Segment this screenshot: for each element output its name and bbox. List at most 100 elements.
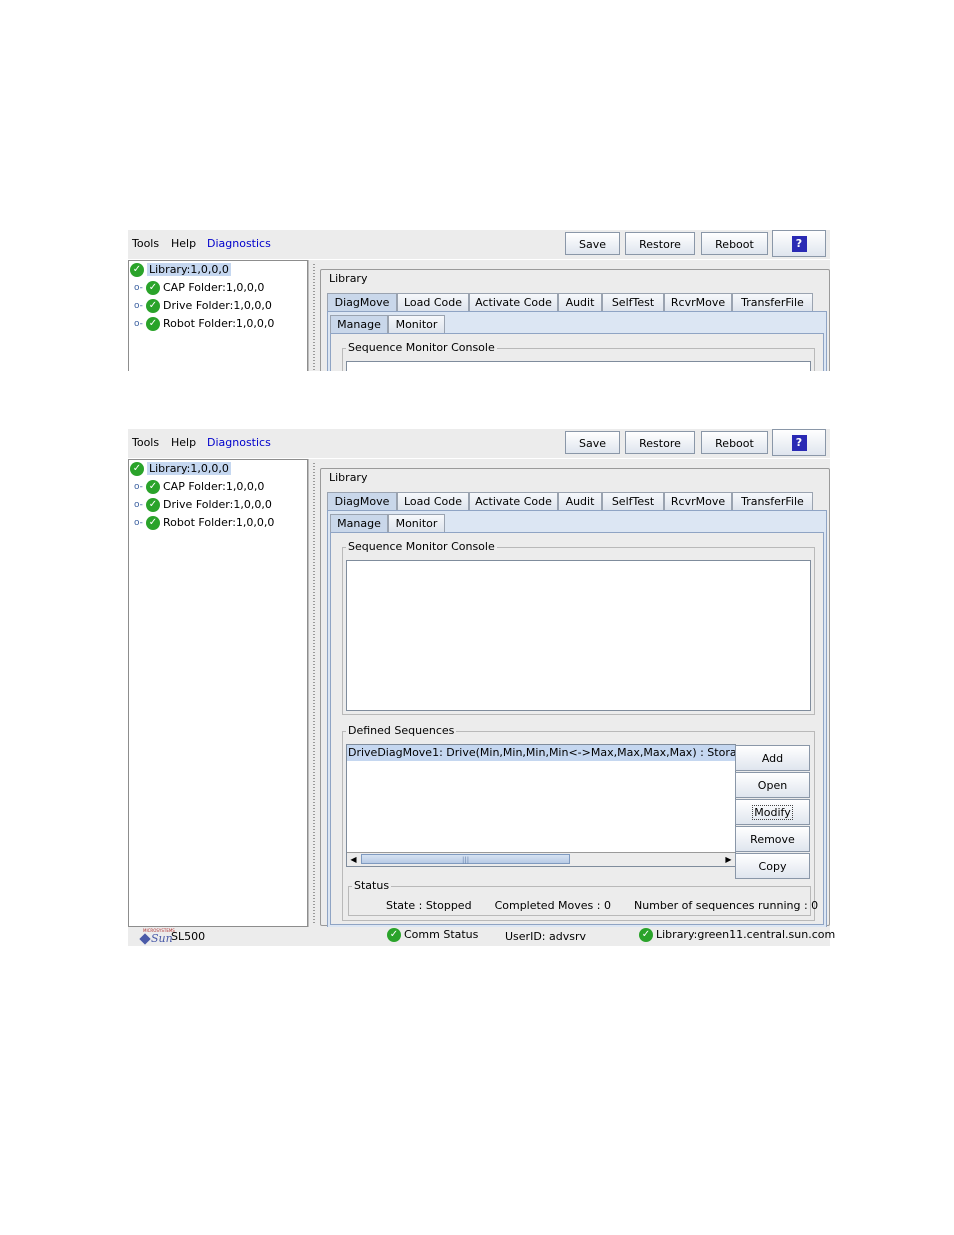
group-title: Sequence Monitor Console [346, 341, 497, 354]
screenshot-top-cropped: Tools Help Diagnostics Save Restore Rebo… [128, 230, 830, 371]
copy-button[interactable]: Copy [735, 853, 810, 879]
check-icon: ✓ [639, 928, 653, 942]
check-icon: ✓ [146, 480, 160, 494]
tab-transferfile[interactable]: TransferFile [732, 293, 813, 311]
tree-connector-icon[interactable]: o- [134, 316, 146, 332]
open-button-label: Open [757, 779, 788, 792]
check-icon: ✓ [146, 299, 160, 313]
tab-audit[interactable]: Audit [558, 293, 602, 311]
tab-selftest[interactable]: SelfTest [602, 293, 664, 311]
tab-manage[interactable]: Manage [330, 315, 388, 333]
grip-icon: ||| [462, 856, 470, 864]
tree-node-label: Robot Folder:1,0,0,0 [163, 317, 275, 330]
check-icon: ✓ [130, 263, 144, 277]
list-item[interactable]: DriveDiagMove1: Drive(Min,Min,Min,Min<->… [347, 745, 735, 761]
library-host[interactable]: ✓ Library:green11.central.sun.com [639, 928, 835, 942]
tree-connector-icon[interactable]: o- [134, 280, 146, 296]
tree-node-label: Robot Folder:1,0,0,0 [163, 516, 275, 529]
tab-diagmove[interactable]: DiagMove [327, 492, 397, 510]
tree-node-label: Drive Folder:1,0,0,0 [163, 299, 272, 312]
content-pane: Library DiagMove Load Code Activate Code… [318, 459, 830, 930]
menu-help[interactable]: Help [171, 436, 196, 449]
diagmove-tab-content: Manage Monitor Sequence Monitor Console … [327, 510, 827, 930]
tree-node-drive[interactable]: o- ✓ Drive Folder:1,0,0,0 [134, 497, 272, 513]
tree-node-drive[interactable]: o- ✓ Drive Folder:1,0,0,0 [134, 298, 272, 314]
tab-activate-code[interactable]: Activate Code [469, 492, 558, 510]
tree-connector-icon[interactable]: o- [134, 497, 146, 513]
manage-tab-content: Sequence Monitor Console Defined Sequenc… [330, 532, 824, 925]
defined-sequences-list[interactable]: DriveDiagMove1: Drive(Min,Min,Min,Min<->… [346, 744, 736, 867]
reboot-button[interactable]: Reboot [701, 232, 768, 255]
modify-button[interactable]: Modify [735, 799, 810, 825]
tab-diagmove[interactable]: DiagMove [327, 293, 397, 311]
scroll-left-icon[interactable]: ◀ [348, 854, 359, 865]
group-title: Sequence Monitor Console [346, 540, 497, 553]
tab-rcvrmove[interactable]: RcvrMove [664, 293, 732, 311]
remove-button[interactable]: Remove [735, 826, 810, 852]
help-button[interactable]: ? [772, 429, 826, 456]
check-icon: ✓ [146, 281, 160, 295]
tree-connector-icon[interactable]: o- [134, 298, 146, 314]
grip-icon [313, 264, 315, 371]
menu-help[interactable]: Help [171, 237, 196, 250]
tree-connector-icon[interactable]: o- [134, 479, 146, 495]
tab-load-code[interactable]: Load Code [397, 492, 469, 510]
status-completed-moves: Completed Moves : 0 [494, 899, 611, 912]
save-button[interactable]: Save [565, 431, 620, 454]
restore-button[interactable]: Restore [625, 232, 695, 255]
tab-load-code[interactable]: Load Code [397, 293, 469, 311]
tab-manage[interactable]: Manage [330, 514, 388, 532]
sequence-monitor-console[interactable] [346, 560, 811, 711]
sun-diamond-icon [139, 933, 151, 945]
scroll-right-icon[interactable]: ▶ [723, 854, 734, 865]
tree-node-robot[interactable]: o- ✓ Robot Folder:1,0,0,0 [134, 316, 274, 332]
device-tree: ✓ Library:1,0,0,0 o- ✓ CAP Folder:1,0,0,0 o… [128, 459, 308, 927]
open-button[interactable]: Open [735, 772, 810, 798]
library-panel-title: Library [327, 471, 370, 484]
tab-selftest[interactable]: SelfTest [602, 492, 664, 510]
sequence-monitor-console-group: Sequence Monitor Console [342, 341, 815, 371]
check-icon: ✓ [146, 317, 160, 331]
library-panel: Library DiagMove Load Code Activate Code… [320, 269, 830, 371]
comm-status[interactable]: ✓ Comm Status [387, 928, 478, 942]
tab-monitor[interactable]: Monitor [388, 514, 445, 532]
reboot-button[interactable]: Reboot [701, 431, 768, 454]
menu-tools[interactable]: Tools [132, 237, 159, 250]
status-state: State : Stopped [386, 899, 472, 912]
help-button[interactable]: ? [772, 230, 826, 257]
content-pane: Library DiagMove Load Code Activate Code… [318, 260, 830, 371]
manage-tab-content: Sequence Monitor Console [330, 333, 824, 371]
menu-diagnostics[interactable]: Diagnostics [207, 237, 271, 250]
menu-tools[interactable]: Tools [132, 436, 159, 449]
tab-audit[interactable]: Audit [558, 492, 602, 510]
check-icon: ✓ [130, 462, 144, 476]
help-icon: ? [791, 435, 807, 451]
add-button[interactable]: Add [735, 745, 810, 771]
tree-node-robot[interactable]: o- ✓ Robot Folder:1,0,0,0 [134, 515, 274, 531]
tab-activate-code[interactable]: Activate Code [469, 293, 558, 311]
tab-monitor[interactable]: Monitor [388, 315, 445, 333]
tree-connector-icon[interactable]: o- [134, 515, 146, 531]
tree-node-label: Library:1,0,0,0 [147, 462, 231, 475]
menu-diagnostics[interactable]: Diagnostics [207, 436, 271, 449]
horizontal-scrollbar[interactable]: ◀ ||| ▶ [347, 852, 735, 866]
tree-node-label: Library:1,0,0,0 [147, 263, 231, 276]
check-icon: ✓ [146, 516, 160, 530]
screenshot-full: Tools Help Diagnostics Save Restore Rebo… [128, 429, 835, 946]
group-title: Defined Sequences [346, 724, 457, 737]
tree-node-cap[interactable]: o- ✓ CAP Folder:1,0,0,0 [134, 479, 264, 495]
user-id: UserID: advsrv [505, 930, 586, 943]
tab-rcvrmove[interactable]: RcvrMove [664, 492, 732, 510]
tree-node-label: CAP Folder:1,0,0,0 [163, 281, 265, 294]
status-bar: MICROSYSTEMS Sun SL500 ✓ Comm Status User… [128, 927, 835, 946]
scrollbar-thumb[interactable]: ||| [361, 854, 570, 864]
tree-node-label: Drive Folder:1,0,0,0 [163, 498, 272, 511]
tree-node-cap[interactable]: o- ✓ CAP Folder:1,0,0,0 [134, 280, 264, 296]
tree-node-library[interactable]: ✓ Library:1,0,0,0 [130, 461, 231, 477]
restore-button[interactable]: Restore [625, 431, 695, 454]
save-button[interactable]: Save [565, 232, 620, 255]
tree-node-library[interactable]: ✓ Library:1,0,0,0 [130, 262, 231, 278]
check-icon: ✓ [146, 498, 160, 512]
sequence-monitor-console[interactable] [346, 361, 811, 371]
tab-transferfile[interactable]: TransferFile [732, 492, 813, 510]
